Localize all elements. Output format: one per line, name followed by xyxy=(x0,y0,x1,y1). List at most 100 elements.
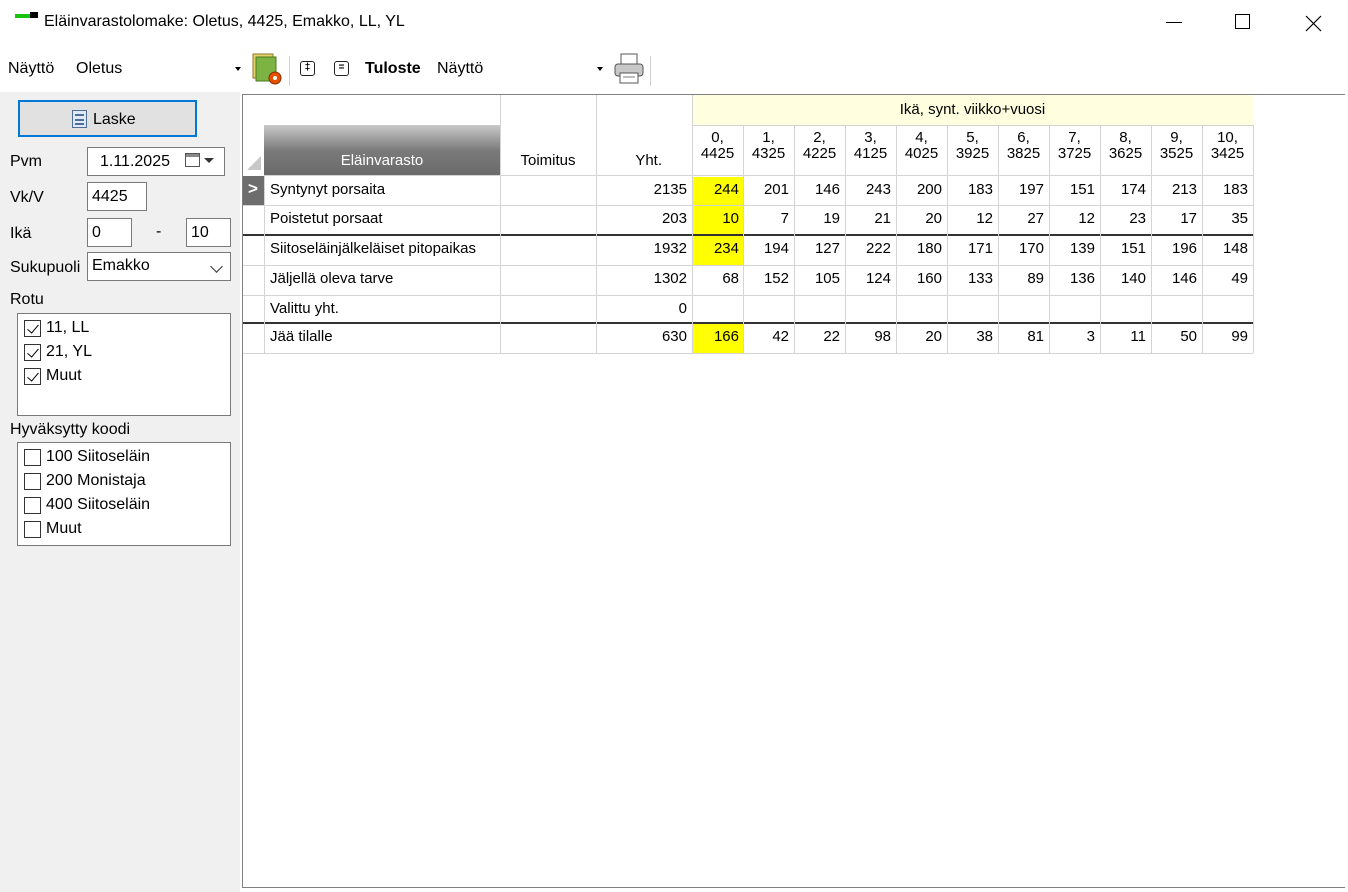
table-cell[interactable]: 89 xyxy=(998,266,1048,295)
row-toimitus[interactable] xyxy=(500,176,596,205)
table-cell[interactable]: 99 xyxy=(1202,324,1252,353)
table-cell[interactable]: 174 xyxy=(1100,177,1150,205)
row-total[interactable]: 0 xyxy=(596,295,692,323)
table-cell[interactable]: 3 xyxy=(1049,324,1099,353)
select-all-corner[interactable] xyxy=(247,156,261,170)
table-cell[interactable]: 127 xyxy=(794,236,844,265)
expand-rows-button[interactable]: ‡ xyxy=(300,61,315,76)
row-label[interactable]: Siitoseläinjälkeläiset pitopaikas xyxy=(264,235,500,265)
table-cell[interactable]: 17 xyxy=(1151,206,1201,235)
column-header-age[interactable]: 10, 3425 xyxy=(1202,130,1253,176)
row-label[interactable]: Valittu yht. xyxy=(264,295,500,323)
checkbox[interactable] xyxy=(24,449,41,466)
column-header-age[interactable]: 2, 4225 xyxy=(794,130,845,176)
table-cell[interactable]: 200 xyxy=(896,177,946,205)
table-cell[interactable]: 243 xyxy=(845,177,895,205)
table-cell[interactable] xyxy=(998,296,1048,323)
table-cell[interactable]: 197 xyxy=(998,177,1048,205)
table-cell[interactable]: 7 xyxy=(743,206,793,235)
table-cell[interactable]: 151 xyxy=(1049,177,1099,205)
table-cell[interactable]: 11 xyxy=(1100,324,1150,353)
calendar-icon[interactable] xyxy=(185,153,200,167)
row-toimitus[interactable] xyxy=(500,323,596,353)
table-cell[interactable]: 49 xyxy=(1202,266,1252,295)
row-toimitus[interactable] xyxy=(500,295,596,323)
settings-report-icon[interactable] xyxy=(251,52,285,86)
table-cell[interactable]: 234 xyxy=(693,236,743,265)
checkbox[interactable] xyxy=(24,473,41,490)
checkbox[interactable] xyxy=(24,521,41,538)
row-label[interactable]: Syntynyt porsaita xyxy=(264,176,500,205)
row-toimitus[interactable] xyxy=(500,235,596,265)
checkbox[interactable] xyxy=(24,320,41,337)
table-cell[interactable] xyxy=(845,296,895,323)
table-cell[interactable]: 183 xyxy=(947,177,997,205)
row-total[interactable]: 1302 xyxy=(596,265,692,295)
table-cell[interactable]: 146 xyxy=(1151,266,1201,295)
column-header-elainvarasto[interactable]: Eläinvarasto xyxy=(264,125,500,176)
column-header-age[interactable]: 7, 3725 xyxy=(1049,130,1100,176)
maximize-button[interactable] xyxy=(1220,0,1266,46)
table-cell[interactable]: 196 xyxy=(1151,236,1201,265)
table-cell[interactable]: 136 xyxy=(1049,266,1099,295)
table-cell[interactable]: 180 xyxy=(896,236,946,265)
calendar-dropdown-icon[interactable] xyxy=(204,158,214,163)
table-cell[interactable]: 213 xyxy=(1151,177,1201,205)
column-header-age[interactable]: 9, 3525 xyxy=(1151,130,1202,176)
checkbox[interactable] xyxy=(24,344,41,361)
column-header-age[interactable]: 8, 3625 xyxy=(1100,130,1151,176)
table-cell[interactable]: 133 xyxy=(947,266,997,295)
table-cell[interactable]: 222 xyxy=(845,236,895,265)
column-header-age[interactable]: 5, 3925 xyxy=(947,130,998,176)
column-header-age[interactable]: 4, 4025 xyxy=(896,130,947,176)
column-header-age[interactable]: 1, 4325 xyxy=(743,130,794,176)
table-cell[interactable]: 124 xyxy=(845,266,895,295)
table-cell[interactable]: 105 xyxy=(794,266,844,295)
row-total[interactable]: 2135 xyxy=(596,176,692,205)
table-cell[interactable]: 21 xyxy=(845,206,895,235)
print-combo[interactable]: Näyttö xyxy=(431,54,607,82)
table-cell[interactable] xyxy=(1049,296,1099,323)
row-label[interactable]: Poistetut porsaat xyxy=(264,205,500,235)
table-cell[interactable] xyxy=(1100,296,1150,323)
checkbox[interactable] xyxy=(24,368,41,385)
row-label[interactable]: Jää tilalle xyxy=(264,323,500,353)
column-header-age[interactable]: 0, 4425 xyxy=(692,130,743,176)
table-cell[interactable]: 50 xyxy=(1151,324,1201,353)
table-cell[interactable]: 19 xyxy=(794,206,844,235)
close-button[interactable] xyxy=(1290,0,1336,46)
table-cell[interactable] xyxy=(693,296,743,323)
table-cell[interactable]: 23 xyxy=(1100,206,1150,235)
age-to-input[interactable]: 10 xyxy=(186,218,231,247)
table-cell[interactable]: 139 xyxy=(1049,236,1099,265)
column-header-age[interactable]: 3, 4125 xyxy=(845,130,896,176)
checkbox[interactable] xyxy=(24,497,41,514)
table-cell[interactable]: 152 xyxy=(743,266,793,295)
table-cell[interactable]: 148 xyxy=(1202,236,1252,265)
table-cell[interactable]: 22 xyxy=(794,324,844,353)
column-header-yht[interactable]: Yht. xyxy=(596,125,692,176)
print-dropdown-icon[interactable] xyxy=(597,67,603,71)
table-cell[interactable]: 10 xyxy=(693,206,743,235)
table-cell[interactable] xyxy=(1151,296,1201,323)
table-cell[interactable]: 140 xyxy=(1100,266,1150,295)
table-cell[interactable]: 160 xyxy=(896,266,946,295)
table-cell[interactable]: 98 xyxy=(845,324,895,353)
table-cell[interactable]: 35 xyxy=(1202,206,1252,235)
table-cell[interactable]: 201 xyxy=(743,177,793,205)
table-cell[interactable]: 68 xyxy=(693,266,743,295)
minimize-button[interactable] xyxy=(1152,0,1198,46)
table-cell[interactable]: 27 xyxy=(998,206,1048,235)
table-cell[interactable]: 42 xyxy=(743,324,793,353)
calculate-button[interactable]: Laske xyxy=(18,100,197,137)
table-cell[interactable]: 151 xyxy=(1100,236,1150,265)
table-cell[interactable]: 20 xyxy=(896,206,946,235)
table-cell[interactable]: 12 xyxy=(1049,206,1099,235)
table-cell[interactable]: 170 xyxy=(998,236,1048,265)
table-cell[interactable] xyxy=(947,296,997,323)
display-dropdown-icon[interactable] xyxy=(235,67,241,71)
table-cell[interactable]: 81 xyxy=(998,324,1048,353)
table-cell[interactable] xyxy=(896,296,946,323)
table-cell[interactable] xyxy=(743,296,793,323)
table-cell[interactable]: 194 xyxy=(743,236,793,265)
